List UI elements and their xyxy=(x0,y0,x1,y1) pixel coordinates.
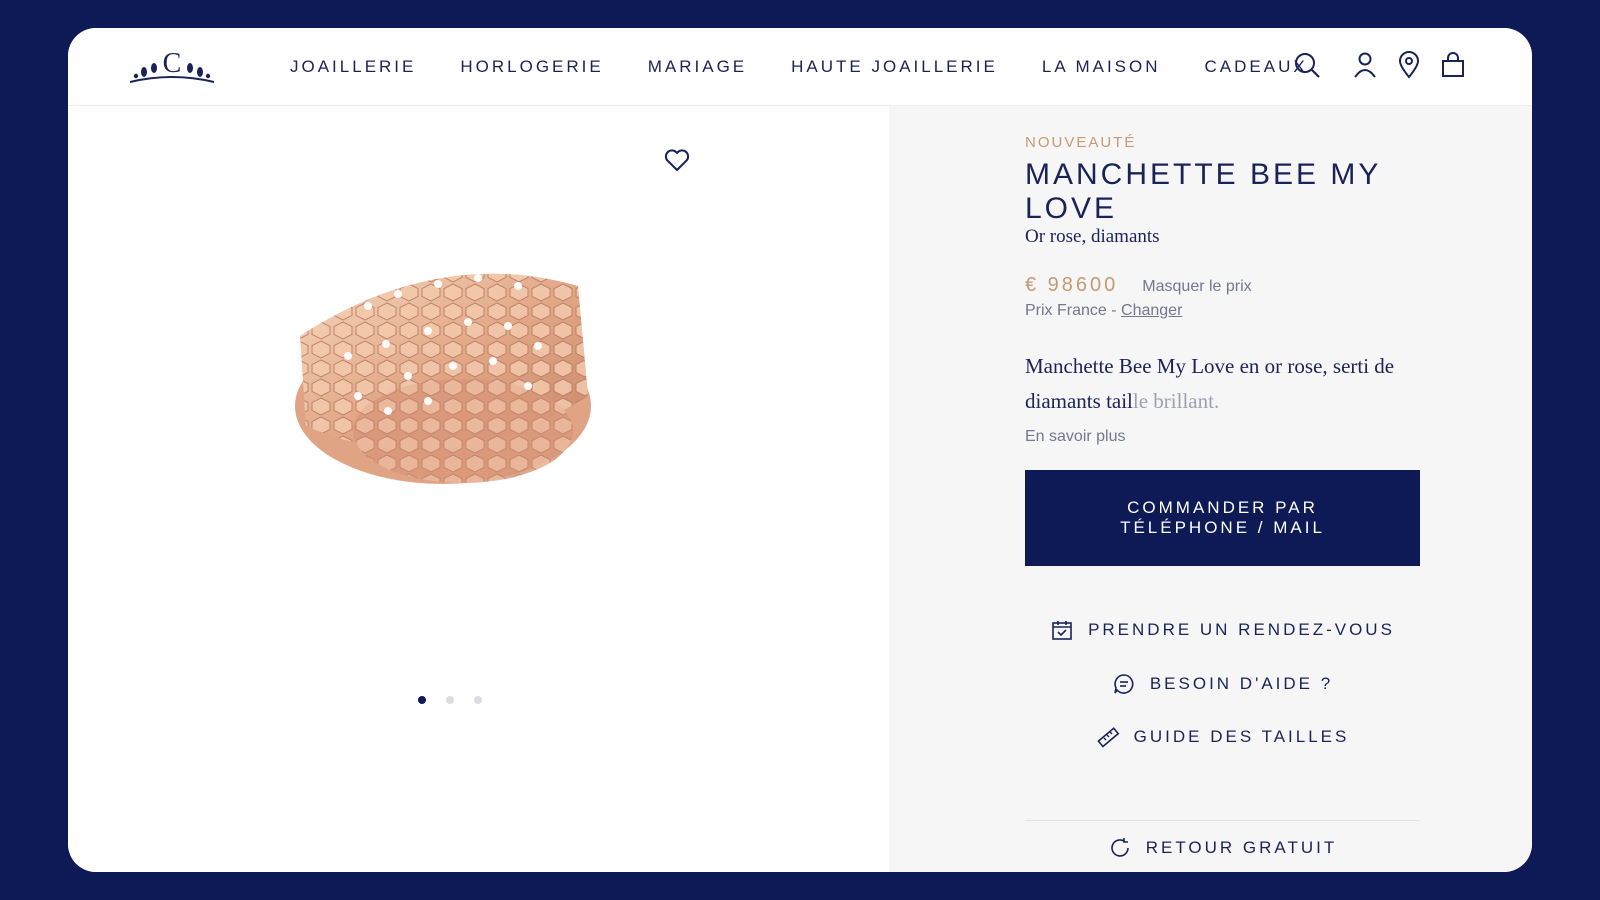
bag-icon[interactable] xyxy=(1438,50,1468,80)
svg-text:C: C xyxy=(163,48,182,79)
main-nav: JOAILLERIE HORLOGERIE MARIAGE HAUTE JOAI… xyxy=(290,28,1308,105)
description-text-faded: le brillant. xyxy=(1132,389,1220,413)
gallery-dot-2[interactable] xyxy=(446,696,454,704)
price-country-label: Prix France - xyxy=(1025,302,1122,319)
free-return-label: RETOUR GRATUIT xyxy=(1145,838,1338,857)
calendar-icon xyxy=(1052,621,1072,640)
product-material: Or rose, diamants xyxy=(1025,226,1160,247)
location-icon[interactable] xyxy=(1394,50,1424,80)
ruler-icon xyxy=(1096,727,1119,748)
search-icon[interactable] xyxy=(1292,50,1322,80)
book-appointment-action[interactable]: PRENDRE UN RENDEZ-VOUS xyxy=(1025,618,1420,642)
nav-la-maison[interactable]: LA MAISON xyxy=(1042,57,1161,77)
browser-frame: C JOAILLERIE HORLOGERIE MARIAGE HAUTE JO… xyxy=(68,28,1532,872)
product-price: € 98600 xyxy=(1025,274,1119,296)
hide-price-link[interactable]: Masquer le prix xyxy=(1142,278,1251,296)
heart-icon[interactable] xyxy=(663,146,691,174)
size-guide-label: GUIDE DES TAILLES xyxy=(1133,727,1350,746)
need-help-label: BESOIN D'AIDE ? xyxy=(1149,674,1334,693)
product-description: Manchette Bee My Love en or rose, serti … xyxy=(1025,349,1405,419)
price-country-row: Prix France - Changer xyxy=(1025,302,1182,320)
chat-icon xyxy=(1114,674,1134,694)
product-info-panel: NOUVEAUTÉ MANCHETTE BEE MY LOVE Or rose,… xyxy=(889,106,1532,872)
order-by-phone-mail-button[interactable]: COMMANDER PAR TÉLÉPHONE / MAIL xyxy=(1025,470,1420,566)
site-header: C JOAILLERIE HORLOGERIE MARIAGE HAUTE JO… xyxy=(68,28,1532,106)
nav-haute-joaillerie[interactable]: HAUTE JOAILLERIE xyxy=(791,57,998,77)
nav-mariage[interactable]: MARIAGE xyxy=(648,57,747,77)
gallery-pagination xyxy=(418,696,502,704)
return-icon xyxy=(1110,838,1129,857)
change-country-link[interactable]: Changer xyxy=(1121,302,1182,319)
new-badge: NOUVEAUTÉ xyxy=(1025,134,1137,151)
book-appointment-label: PRENDRE UN RENDEZ-VOUS xyxy=(1088,620,1395,639)
nav-horlogerie[interactable]: HORLOGERIE xyxy=(460,57,603,77)
free-return-action[interactable]: RETOUR GRATUIT xyxy=(1025,836,1420,860)
product-image-cuff[interactable] xyxy=(288,226,598,506)
product-gallery xyxy=(68,106,889,872)
learn-more-link[interactable]: En savoir plus xyxy=(1025,428,1126,446)
section-divider xyxy=(1025,820,1420,821)
need-help-action[interactable]: BESOIN D'AIDE ? xyxy=(1025,672,1420,696)
price-row: € 98600 Masquer le prix xyxy=(1025,274,1252,297)
gallery-dot-3[interactable] xyxy=(474,696,482,704)
gallery-dot-1[interactable] xyxy=(418,696,426,704)
size-guide-action[interactable]: GUIDE DES TAILLES xyxy=(1025,725,1420,749)
product-title: MANCHETTE BEE MY LOVE xyxy=(1025,158,1381,225)
nav-joaillerie[interactable]: JOAILLERIE xyxy=(290,57,416,77)
account-icon[interactable] xyxy=(1350,50,1380,80)
brand-logo[interactable]: C xyxy=(124,42,220,92)
